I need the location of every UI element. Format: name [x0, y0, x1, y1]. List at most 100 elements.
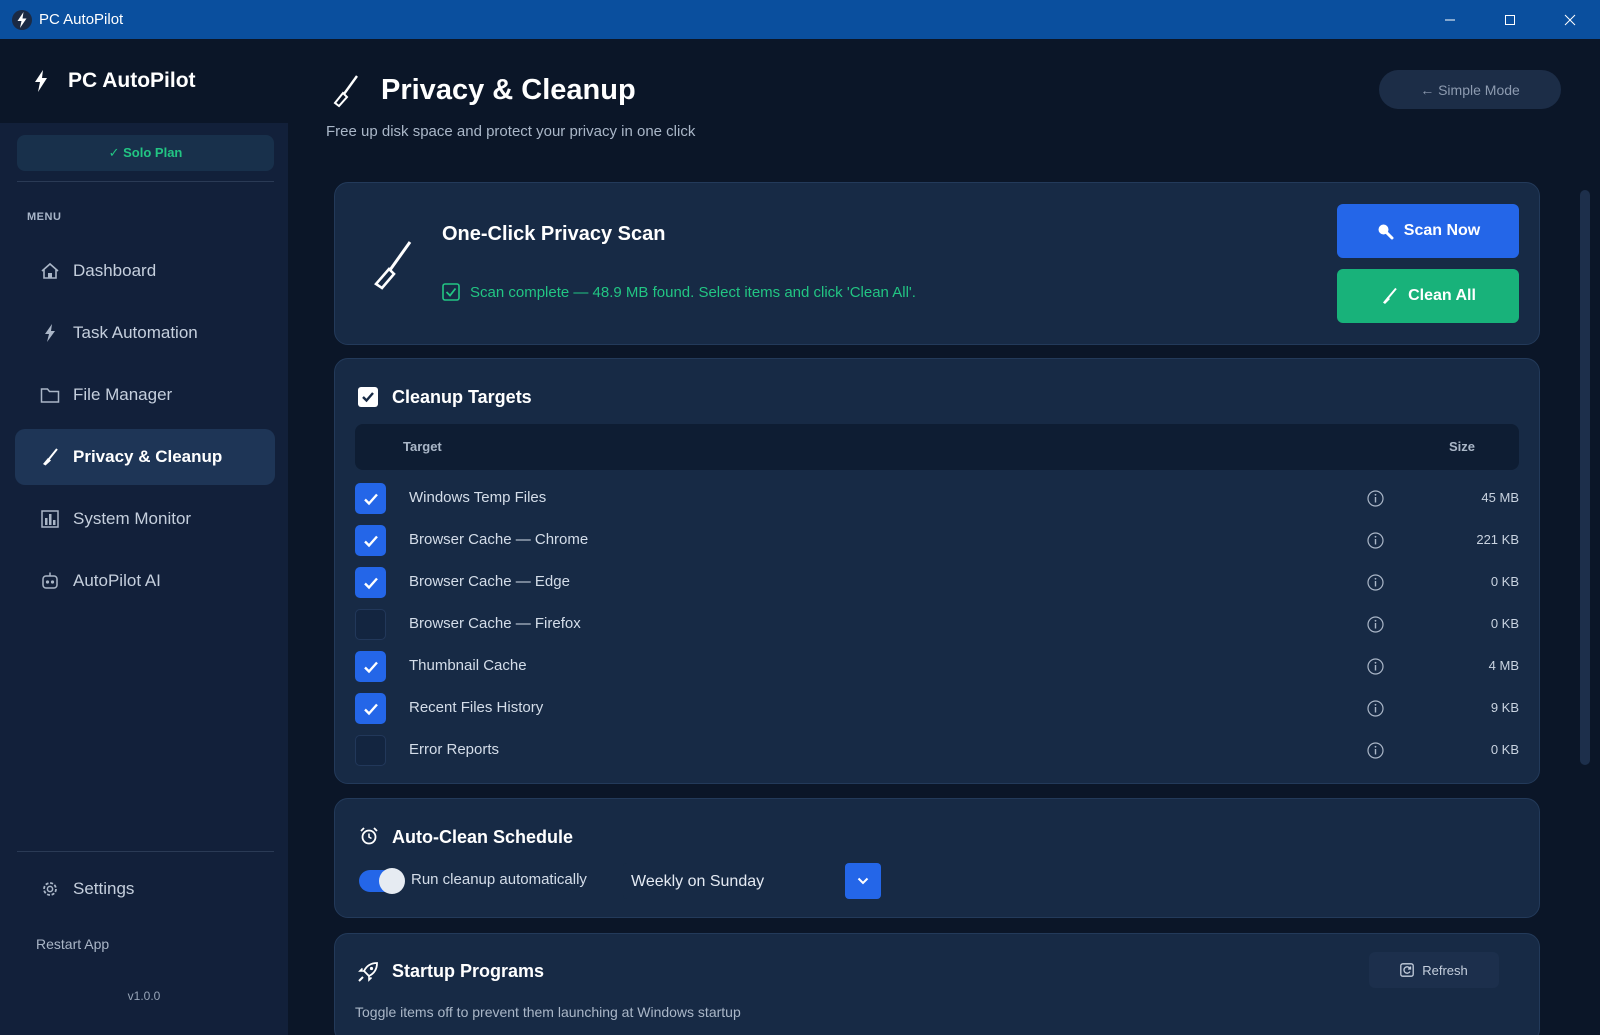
sidebar-item-autopilot-ai[interactable]: AutoPilot AI: [15, 553, 275, 609]
scan-now-label: Scan Now: [1403, 222, 1481, 239]
bolt-icon: [39, 322, 61, 344]
bolt-icon: [34, 70, 48, 92]
clean-all-label: Clean All: [1408, 287, 1476, 304]
row-checkbox[interactable]: [355, 609, 386, 640]
version-label: v1.0.0: [127, 989, 161, 1003]
row-size: 4 MB: [1488, 658, 1519, 673]
sidebar-item-label: System Monitor: [73, 509, 192, 528]
table-row: Browser Cache — Edge 0 KB: [355, 561, 1519, 603]
scan-card-title: One-Click Privacy Scan: [442, 223, 666, 245]
checkmark-icon: [363, 493, 378, 505]
scan-status-text: Scan complete — 48.9 MB found. Select it…: [470, 283, 916, 301]
cleanup-targets-card: Cleanup Targets Target Size Windows Temp…: [334, 358, 1540, 784]
info-icon[interactable]: [1367, 742, 1384, 759]
plan-badge: ✓ Solo Plan: [17, 135, 274, 171]
sidebar-item-system-monitor[interactable]: System Monitor: [15, 491, 275, 547]
frequency-select[interactable]: Weekly on Sunday: [623, 863, 881, 899]
frequency-value: Weekly on Sunday: [631, 873, 765, 890]
search-icon: [1376, 222, 1394, 240]
app-logo-icon: [11, 9, 33, 31]
cleanup-targets-title: Cleanup Targets: [392, 387, 532, 407]
window-title: PC AutoPilot: [39, 11, 124, 28]
auto-clean-schedule-card: Auto-Clean Schedule Run cleanup automati…: [334, 798, 1540, 918]
info-icon[interactable]: [1367, 490, 1384, 507]
checkmark-icon: [363, 703, 378, 715]
sidebar-item-label: Privacy & Cleanup: [73, 447, 223, 466]
home-icon: [39, 260, 61, 282]
chevron-down-icon[interactable]: [845, 863, 881, 899]
sidebar-item-label: File Manager: [73, 385, 173, 404]
close-icon: [1564, 14, 1576, 25]
maximize-button[interactable]: [1480, 0, 1540, 39]
sidebar-item-privacy-cleanup[interactable]: Privacy & Cleanup: [15, 429, 275, 485]
robot-icon: [39, 570, 61, 592]
row-size: 45 MB: [1481, 490, 1519, 505]
row-checkbox[interactable]: [355, 567, 386, 598]
refresh-icon: [1400, 963, 1415, 977]
row-size: 0 KB: [1490, 742, 1519, 757]
check-square-icon: [442, 283, 460, 301]
row-checkbox[interactable]: [355, 483, 386, 514]
auto-clean-toggle[interactable]: [359, 868, 405, 894]
checkmark-icon: [363, 661, 378, 673]
refresh-label: Refresh: [1422, 962, 1468, 978]
info-icon[interactable]: [1367, 532, 1384, 549]
row-size: 0 KB: [1490, 574, 1519, 589]
row-checkbox[interactable]: [355, 525, 386, 556]
column-header-target: Target: [403, 439, 442, 454]
broom-icon: [1380, 287, 1398, 305]
sidebar-item-task-automation[interactable]: Task Automation: [15, 305, 275, 361]
broom-icon: [39, 446, 61, 468]
row-label: Browser Cache — Firefox: [409, 615, 581, 632]
clean-all-button[interactable]: Clean All: [1337, 269, 1519, 323]
row-label: Browser Cache — Edge: [409, 573, 570, 590]
row-size: 0 KB: [1490, 616, 1519, 631]
close-window-button[interactable]: [1540, 0, 1600, 39]
scrollbar[interactable]: [1580, 190, 1590, 765]
minimize-button[interactable]: [1420, 0, 1480, 39]
table-row: Browser Cache — Firefox 0 KB: [355, 603, 1519, 645]
scan-status: Scan complete — 48.9 MB found. Select it…: [442, 283, 916, 301]
sidebar-divider: [17, 851, 274, 852]
checkmark-icon: [363, 535, 378, 547]
row-label: Browser Cache — Chrome: [409, 531, 589, 548]
column-header-size: Size: [1448, 439, 1475, 454]
row-checkbox[interactable]: [355, 735, 386, 766]
page-subtitle: Free up disk space and protect your priv…: [326, 123, 696, 140]
sidebar: PC AutoPilot ✓ Solo Plan MENU Dashboard …: [0, 39, 288, 1035]
row-label: Windows Temp Files: [409, 489, 547, 506]
row-checkbox[interactable]: [355, 651, 386, 682]
sidebar-item-label: AutoPilot AI: [73, 571, 161, 590]
brand-name: PC AutoPilot: [68, 69, 196, 92]
info-icon[interactable]: [1367, 574, 1384, 591]
title-bar: PC AutoPilot: [0, 0, 1600, 39]
row-label: Recent Files History: [409, 699, 544, 716]
table-row: Thumbnail Cache 4 MB: [355, 645, 1519, 687]
auto-clean-toggle-label: Run cleanup automatically: [411, 871, 587, 888]
row-checkbox[interactable]: [355, 693, 386, 724]
gear-icon: [39, 878, 61, 900]
row-size: 221 KB: [1476, 532, 1519, 547]
restart-app-link[interactable]: Restart App: [36, 936, 109, 952]
checkmark-icon: [363, 577, 378, 589]
info-icon[interactable]: [1367, 658, 1384, 675]
table-row: Windows Temp Files 45 MB: [355, 477, 1519, 519]
sidebar-item-settings[interactable]: Settings: [15, 861, 275, 917]
sidebar-divider: [17, 181, 274, 182]
simple-mode-button[interactable]: ← Simple Mode: [1379, 70, 1561, 109]
auto-clean-title: Auto-Clean Schedule: [392, 827, 574, 847]
alarm-clock-icon: [359, 826, 379, 846]
scan-now-button[interactable]: Scan Now: [1337, 204, 1519, 258]
check-square-icon: [358, 387, 378, 407]
info-icon[interactable]: [1367, 616, 1384, 633]
table-row: Recent Files History 9 KB: [355, 687, 1519, 729]
broom-icon: [330, 74, 362, 108]
info-icon[interactable]: [1367, 700, 1384, 717]
refresh-button[interactable]: Refresh: [1369, 952, 1499, 988]
toggle-knob: [379, 868, 405, 894]
sidebar-header: PC AutoPilot: [0, 39, 288, 123]
privacy-scan-card: One-Click Privacy Scan Scan complete — 4…: [334, 182, 1540, 345]
sidebar-item-file-manager[interactable]: File Manager: [15, 367, 275, 423]
sidebar-item-dashboard[interactable]: Dashboard: [15, 243, 275, 299]
menu-label: MENU: [27, 211, 62, 223]
